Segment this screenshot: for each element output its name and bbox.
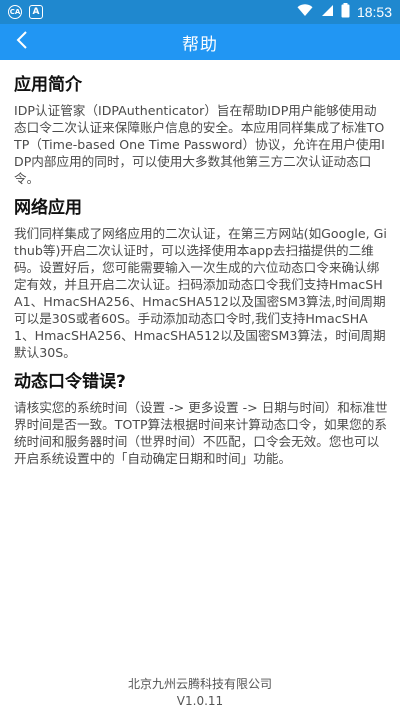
status-right: 18:53 — [297, 2, 392, 22]
section-body: IDP认证管家（IDPAuthenticator）旨在帮助IDP用户能够使用动态… — [14, 103, 385, 186]
a-notification-icon: A — [29, 5, 43, 19]
section-title: 网络应用 — [14, 198, 82, 218]
ca-notification-icon: CA — [8, 5, 22, 19]
app-bar: 帮助 — [0, 24, 400, 60]
status-bar: CA A 18:53 — [0, 0, 400, 24]
status-left: CA A — [8, 5, 43, 19]
section-app-intro: 应用简介 IDP认证管家（IDPAuthenticator）旨在帮助IDP用户能… — [14, 74, 388, 187]
section-title: 应用简介 — [14, 75, 82, 95]
footer: 北京九州云腾科技有限公司 V1.0.11 — [0, 676, 400, 710]
signal-icon — [320, 4, 334, 21]
app-version: V1.0.11 — [176, 694, 224, 708]
page-title: 帮助 — [182, 34, 218, 55]
section-title: 动态口令错误? — [14, 372, 126, 392]
section-body: 我们同样集成了网络应用的二次认证，在第三方网站(如Google, Github等… — [14, 226, 387, 360]
help-content: 应用简介 IDP认证管家（IDPAuthenticator）旨在帮助IDP用户能… — [14, 64, 388, 477]
section-otp-error: 动态口令错误? 请核实您的系统时间（设置 -> 更多设置 -> 日期与时间）和标… — [14, 371, 388, 467]
back-button[interactable] — [4, 24, 40, 60]
battery-icon — [341, 2, 350, 22]
company-name: 北京九州云腾科技有限公司 — [127, 677, 272, 691]
wifi-icon — [297, 3, 313, 21]
status-time: 18:53 — [356, 4, 392, 20]
section-body: 请核实您的系统时间（设置 -> 更多设置 -> 日期与时间）和标准世界时间是否一… — [14, 400, 388, 466]
section-web-apps: 网络应用 我们同样集成了网络应用的二次认证，在第三方网站(如Google, Gi… — [14, 197, 388, 361]
chevron-left-icon — [16, 31, 28, 53]
